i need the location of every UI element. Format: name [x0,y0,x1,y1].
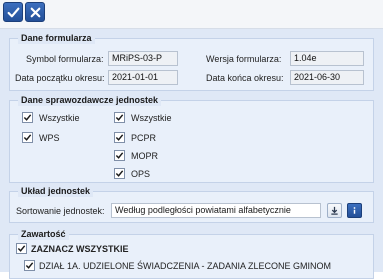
checkmark-icon [25,262,34,269]
checkbox-label: MOPR [131,151,158,161]
checkbox-all-left[interactable] [22,112,33,123]
checkbox-pcpr[interactable] [114,132,125,143]
sort-select[interactable]: Według podległości powiatami alfabetyczn… [111,203,321,218]
form-data-section: Dane formularza Symbol formularza: MRiPS… [9,32,374,91]
contents-section: Zawartość ZAZNACZ WSZYSTKIE DZIAŁ 1A. UD… [9,228,374,279]
version-field[interactable]: 1.04e [290,51,364,66]
checkmark-icon [115,134,124,141]
start-date-field[interactable]: 2021-01-01 [108,70,178,85]
end-date-label: Data końca okresu: [206,73,284,83]
checkbox-label: PCPR [131,133,157,143]
checkmark-icon [23,134,32,141]
content-item-label: DZIAŁ 1A. UDZIELONE ŚWIADCZENIA - ZADANI… [39,261,332,271]
section-legend: Zawartość [18,228,69,240]
version-label: Wersja formularza: [206,54,282,64]
checkbox-select-all[interactable] [16,243,27,254]
checkbox-label: Wszystkie [39,113,80,123]
checkbox-mopr[interactable] [114,150,125,161]
checkmark-icon [115,152,124,159]
checkmark-icon [115,170,124,177]
confirm-button[interactable] [3,2,23,22]
checkbox-wps[interactable] [22,132,33,143]
end-date-field[interactable]: 2021-06-30 [290,70,364,85]
checkmark-icon [7,7,19,17]
info-button[interactable] [347,203,362,218]
layout-section: Układ jednostek Sortowanie jednostek: We… [9,185,374,223]
section-legend: Dane formularza [18,32,95,44]
checkbox-label: Wszystkie [131,113,172,123]
download-icon [331,206,338,215]
select-all-label: ZAZNACZ WSZYSTKIE [31,244,129,254]
checkbox-label: WPS [39,133,60,143]
download-button[interactable] [327,203,342,218]
info-icon [353,207,356,214]
form-content: Dane formularza Symbol formularza: MRiPS… [0,29,383,279]
section-legend: Układ jednostek [18,185,94,197]
checkmark-icon [17,245,26,252]
symbol-label: Symbol formularza: [26,54,104,64]
checkbox-label: OPS [131,169,151,179]
checkmark-icon [23,114,32,121]
checkbox-content-item[interactable] [24,260,35,271]
section-legend: Dane sprawozdawcze jednostek [18,94,162,106]
units-section: Dane sprawozdawcze jednostek Wszystkie W… [9,94,374,183]
cancel-button[interactable] [25,2,45,22]
close-icon [30,7,40,17]
start-date-label: Data początku okresu: [15,73,105,83]
symbol-field[interactable]: MRiPS-03-P [108,51,178,66]
checkbox-all-right[interactable] [114,112,125,123]
toolbar [0,0,383,29]
checkmark-icon [115,114,124,121]
checkbox-ops[interactable] [114,168,125,179]
sort-label: Sortowanie jednostek: [16,206,105,216]
